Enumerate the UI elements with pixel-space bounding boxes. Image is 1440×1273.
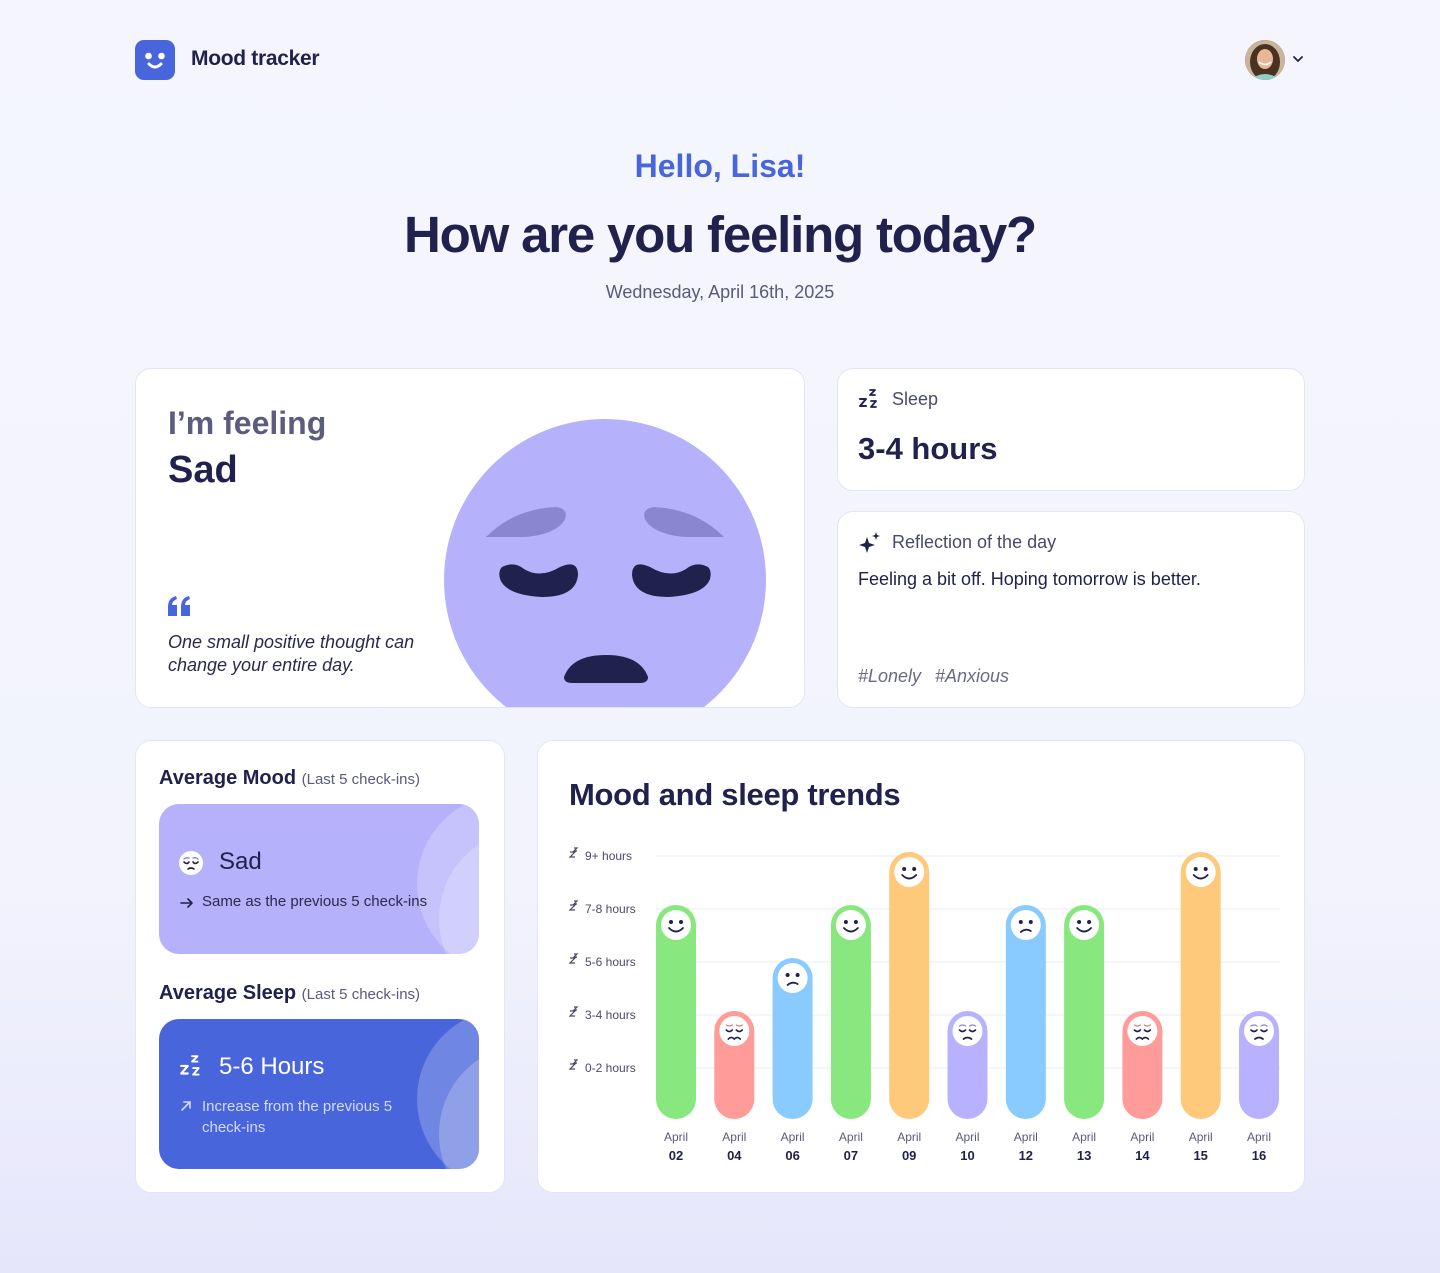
- motivational-quote: One small positive thought can change yo…: [168, 632, 415, 675]
- y-tick-sleep-icon: [568, 900, 579, 911]
- mood-face-joyful: [1185, 857, 1216, 887]
- mood-face-happy: [661, 910, 691, 940]
- y-tick-label: 7-8 hours: [585, 902, 636, 916]
- average-mood-title: Average Mood: [159, 767, 297, 789]
- quote-icon: [168, 596, 190, 616]
- sleep-icon: [180, 1055, 200, 1076]
- y-tick-sleep-icon: [568, 1059, 579, 1070]
- current-date: Wednesday, April 16th, 2025: [605, 282, 835, 302]
- x-tick-day: 16: [1252, 1148, 1266, 1163]
- tag-lonely[interactable]: #Lonely: [858, 666, 921, 687]
- logo-icon[interactable]: [135, 40, 175, 80]
- average-mood-value: Sad: [219, 848, 262, 875]
- x-tick-month: April: [955, 1130, 979, 1144]
- user-avatar[interactable]: [1245, 40, 1285, 80]
- reflection-label: Reflection of the day: [892, 532, 1057, 552]
- mood-face-joyful: [894, 857, 925, 887]
- arrow-up-right-icon: [181, 1101, 191, 1111]
- x-tick-month: April: [664, 1130, 688, 1144]
- average-mood-note: (Last 5 check-ins): [301, 771, 420, 788]
- average-mood-box[interactable]: Sad Same as the previous 5 check-ins: [159, 804, 479, 954]
- mood-sleep-chart: 0-2 hours 3-4 hours 5-6 hours 7-8 hours 9+ h…: [568, 847, 1280, 1163]
- x-tick-day: 02: [669, 1148, 683, 1163]
- greeting: Hello, Lisa!: [634, 148, 806, 184]
- page-title: How are you feeling today?: [404, 206, 1037, 263]
- x-tick-day: 14: [1135, 1148, 1150, 1163]
- x-tick-month: April: [1189, 1130, 1213, 1144]
- y-tick-label: 3-4 hours: [585, 1008, 636, 1022]
- mood-face-very_sad: [719, 1016, 750, 1046]
- sleep-icon: [859, 389, 877, 408]
- x-tick-day: 06: [785, 1148, 799, 1163]
- average-sleep-box[interactable]: 5-6 Hours Increase from the previous 5 c…: [159, 1019, 479, 1169]
- y-tick-sleep-icon: [568, 847, 579, 858]
- average-sleep-title: Average Sleep: [159, 982, 297, 1004]
- sad-face-icon: [444, 419, 766, 707]
- x-tick-month: April: [1130, 1130, 1154, 1144]
- sparkle-icon: [859, 532, 880, 553]
- tag-anxious[interactable]: #Anxious: [935, 666, 1009, 687]
- x-tick-day: 12: [1019, 1148, 1033, 1163]
- average-sleep-heading: Average Sleep (Last 5 check-ins): [159, 982, 420, 1005]
- x-tick-day: 13: [1077, 1148, 1091, 1163]
- x-tick-month: April: [1072, 1130, 1096, 1144]
- brand-name[interactable]: Mood tracker: [191, 47, 320, 71]
- x-tick-month: April: [1014, 1130, 1038, 1144]
- trends-card: Mood and sleep trends 0-2 hours 3-4 hours…: [537, 740, 1305, 1193]
- feeling-card[interactable]: I’m feeling Sad One small positive thoug…: [135, 368, 805, 708]
- x-tick-day: 15: [1193, 1148, 1207, 1163]
- average-mood-heading: Average Mood (Last 5 check-ins): [159, 767, 420, 790]
- x-tick-day: 10: [960, 1148, 974, 1163]
- y-tick-label: 9+ hours: [585, 849, 632, 863]
- bar: [1180, 852, 1221, 1119]
- mood-face-happy: [835, 910, 866, 940]
- chevron-down-icon[interactable]: [1291, 52, 1305, 66]
- y-tick-sleep-icon: [568, 1006, 579, 1017]
- reflection-card[interactable]: Reflection of the day Feeling a bit off.…: [837, 511, 1305, 708]
- x-tick-day: 04: [727, 1148, 742, 1163]
- y-tick-label: 5-6 hours: [585, 955, 636, 969]
- mood-face-neutral: [777, 963, 808, 993]
- bar: [889, 852, 930, 1119]
- x-tick-day: 07: [844, 1148, 858, 1163]
- mood-face-sad: [952, 1016, 983, 1046]
- app-header: Mood tracker: [135, 40, 1305, 80]
- sad-face-icon: [179, 851, 203, 875]
- mood-face-sad: [1244, 1016, 1274, 1046]
- mood-face-neutral: [1010, 910, 1041, 940]
- sleep-label: Sleep: [892, 389, 939, 409]
- sleep-value: 3-4 hours: [858, 431, 998, 466]
- average-sleep-note: (Last 5 check-ins): [301, 986, 421, 1003]
- arrow-right-icon: [180, 898, 193, 908]
- feeling-value: Sad: [168, 449, 238, 491]
- sleep-card[interactable]: Sleep 3-4 hours: [837, 368, 1305, 491]
- mood-face-happy: [1069, 910, 1100, 940]
- y-tick-label: 0-2 hours: [585, 1061, 636, 1075]
- x-tick-month: April: [1247, 1130, 1271, 1144]
- averages-card: Average Mood (Last 5 check-ins) Sad Same…: [135, 740, 505, 1193]
- x-tick-month: April: [722, 1130, 746, 1144]
- average-sleep-change: Increase from the previous 5 check-ins: [202, 1098, 393, 1136]
- x-tick-month: April: [781, 1130, 805, 1144]
- mood-face-very_sad: [1127, 1016, 1158, 1046]
- reflection-text: Feeling a bit off. Hoping tomorrow is be…: [858, 569, 1201, 589]
- y-tick-sleep-icon: [568, 953, 579, 964]
- average-sleep-value: 5-6 Hours: [219, 1053, 325, 1080]
- feeling-prefix: I’m feeling: [168, 405, 327, 441]
- x-tick-day: 09: [902, 1148, 916, 1163]
- x-tick-month: April: [839, 1130, 863, 1144]
- average-mood-change: Same as the previous 5 check-ins: [202, 893, 428, 910]
- x-tick-month: April: [897, 1130, 921, 1144]
